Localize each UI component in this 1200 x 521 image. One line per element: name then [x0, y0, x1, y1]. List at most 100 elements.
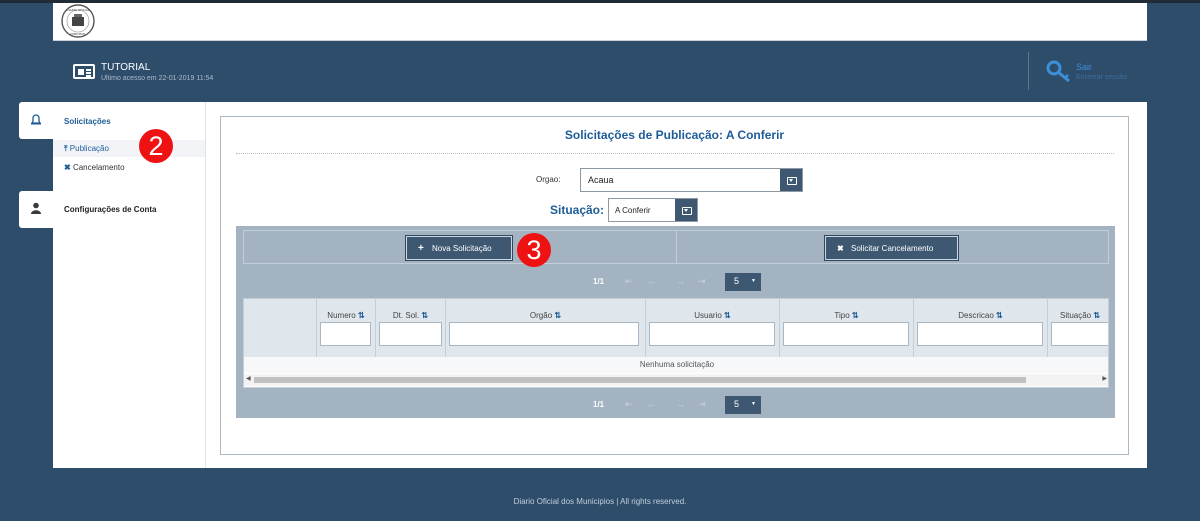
sort-icon[interactable]: ⇅ — [996, 311, 1003, 320]
requests-table: Numero ⇅ Dt. Sol. ⇅ Orgão ⇅ Usuario ⇅ Ti… — [243, 298, 1109, 388]
page-indicator: 1/1 — [593, 277, 605, 286]
rows-value: 5 — [734, 276, 740, 286]
pager-top: 1/1 ⇤ ← → ⇥ 5 ▼ — [236, 271, 1115, 293]
id-card-icon — [73, 64, 95, 79]
scroll-thumb[interactable] — [254, 377, 1026, 383]
sidebar-item-label: Cancelamento — [72, 163, 125, 172]
next-page-icon[interactable]: → — [676, 399, 685, 409]
logo-bar: DIARIO OFICIAL MUNICIPIOS — [53, 3, 1147, 41]
column-label: Numero — [327, 311, 356, 320]
column-usuario[interactable]: Usuario ⇅ — [645, 299, 779, 357]
grid-toolbar: + Nova Solicitação ✖ Solicitar Cancelame… — [243, 230, 1109, 264]
column-numero[interactable]: Numero ⇅ — [316, 299, 375, 357]
sidebar-section-conta[interactable]: Configurações de Conta — [64, 205, 156, 214]
first-page-icon[interactable]: ⇤ — [625, 276, 633, 287]
upload-icon: ⤒ — [64, 144, 68, 153]
request-cancel-button[interactable]: ✖ Solicitar Cancelamento — [825, 236, 958, 260]
filter-input-situacao[interactable] — [1051, 322, 1108, 346]
logout-subtitle[interactable]: Encerrar sessão — [1076, 74, 1127, 81]
column-tipo[interactable]: Tipo ⇅ — [779, 299, 913, 357]
sidebar: Solicitações ⤒ Publicação ✖ Cancelamento… — [19, 102, 206, 468]
column-descricao[interactable]: Descricao ⇅ — [913, 299, 1047, 357]
sort-icon[interactable]: ⇅ — [852, 311, 859, 320]
filter-input-orgao[interactable] — [449, 322, 639, 346]
step-badge-3: 3 — [517, 233, 551, 267]
table-header: Numero ⇅ Dt. Sol. ⇅ Orgão ⇅ Usuario ⇅ Ti… — [244, 299, 1108, 357]
last-access: Ultimo acesso em 22-01-2019 11:54 — [101, 75, 214, 82]
user-name: TUTORIAL — [101, 62, 151, 73]
scroll-left-icon[interactable]: ◀ — [246, 375, 251, 382]
x-icon: ✖ — [64, 163, 71, 172]
title-divider — [236, 153, 1114, 154]
orgao-select[interactable]: Acaua — [580, 168, 803, 192]
column-situacao[interactable]: Situação ⇅ — [1047, 299, 1108, 357]
svg-text:DIARIO OFICIAL: DIARIO OFICIAL — [66, 8, 90, 12]
column-label: Situação — [1060, 311, 1092, 320]
step-badge-2: 2 — [139, 129, 173, 163]
column-label: Orgão — [529, 311, 553, 320]
user-icon — [31, 202, 41, 214]
new-request-label: Nova Solicitação — [432, 244, 492, 253]
user-bar: TUTORIAL Ultimo acesso em 22-01-2019 11:… — [53, 50, 1147, 94]
x-icon: ✖ — [837, 244, 844, 253]
horizontal-scrollbar[interactable]: ◀ ▶ — [244, 374, 1108, 386]
sort-icon[interactable]: ⇅ — [421, 311, 428, 320]
filter-input-tipo[interactable] — [783, 322, 909, 346]
column-dt-sol[interactable]: Dt. Sol. ⇅ — [375, 299, 445, 357]
toolbar-divider — [676, 231, 677, 263]
divider — [1028, 52, 1029, 90]
sort-icon[interactable]: ⇅ — [554, 311, 561, 320]
rows-per-page-select[interactable]: 5 ▼ — [725, 396, 761, 414]
plus-icon: + — [418, 243, 424, 254]
request-cancel-label: Solicitar Cancelamento — [851, 244, 934, 253]
last-page-icon[interactable]: ⇥ — [698, 399, 706, 410]
column-label: Dt. Sol. — [392, 311, 420, 320]
chevron-down-icon: ▼ — [751, 401, 756, 407]
prev-page-icon[interactable]: ← — [647, 399, 656, 409]
scroll-right-icon[interactable]: ▶ — [1102, 375, 1107, 382]
dropdown-icon[interactable] — [780, 169, 802, 191]
logout-link[interactable]: Sair — [1076, 62, 1092, 72]
sidebar-item-publicacao[interactable]: ⤒ Publicação — [64, 144, 109, 154]
sidebar-section-solicitacoes[interactable]: Solicitações — [64, 117, 111, 126]
filter-input-dt-sol[interactable] — [379, 322, 442, 346]
sort-icon[interactable]: ⇅ — [724, 311, 731, 320]
key-icon[interactable] — [1046, 59, 1072, 85]
pager-bottom: 1/1 ⇤ ← → ⇥ 5 ▼ — [236, 394, 1115, 416]
column-orgao[interactable]: Orgão ⇅ — [445, 299, 645, 357]
sidebar-item-cancelamento[interactable]: ✖ Cancelamento — [64, 163, 125, 172]
orgao-value: Acaua — [588, 175, 614, 185]
first-page-icon[interactable]: ⇤ — [625, 399, 633, 410]
logo-seal[interactable]: DIARIO OFICIAL MUNICIPIOS — [55, 4, 101, 40]
main-card: Solicitações ⤒ Publicação ✖ Cancelamento… — [19, 102, 1147, 468]
filter-input-descricao[interactable] — [917, 322, 1043, 346]
dropdown-icon[interactable] — [675, 199, 697, 221]
sidebar-tab-solicitacoes[interactable] — [19, 102, 53, 139]
content-panel: Solicitações de Publicação: A Conferir O… — [220, 116, 1129, 455]
page-indicator: 1/1 — [593, 400, 605, 409]
rows-per-page-select[interactable]: 5 ▼ — [725, 273, 761, 291]
chevron-down-icon: ▼ — [751, 278, 756, 284]
filter-input-numero[interactable] — [320, 322, 371, 346]
bell-icon — [30, 114, 42, 125]
column-label: Tipo — [834, 311, 850, 320]
sidebar-tab-conta[interactable] — [19, 191, 53, 228]
filter-input-usuario[interactable] — [649, 322, 775, 346]
new-request-button[interactable]: + Nova Solicitação — [406, 236, 512, 260]
rows-value: 5 — [734, 399, 740, 409]
data-grid: + Nova Solicitação ✖ Solicitar Cancelame… — [236, 226, 1115, 418]
sort-icon[interactable]: ⇅ — [1093, 311, 1100, 320]
page-title: Solicitações de Publicação: A Conferir — [564, 128, 785, 142]
situacao-label: Situação: — [550, 203, 605, 217]
column-label: Descricao — [958, 311, 994, 320]
sort-icon[interactable]: ⇅ — [358, 311, 365, 320]
sidebar-item-label: Publicação — [69, 144, 109, 153]
last-page-icon[interactable]: ⇥ — [698, 276, 706, 287]
situacao-value: A Conferir — [615, 206, 651, 215]
situacao-select[interactable]: A Conferir — [608, 198, 698, 222]
orgao-label: Orgao: — [536, 175, 561, 184]
prev-page-icon[interactable]: ← — [647, 276, 656, 286]
next-page-icon[interactable]: → — [676, 276, 685, 286]
svg-text:MUNICIPIOS: MUNICIPIOS — [71, 32, 86, 36]
empty-message: Nenhuma solicitação — [244, 357, 1108, 373]
